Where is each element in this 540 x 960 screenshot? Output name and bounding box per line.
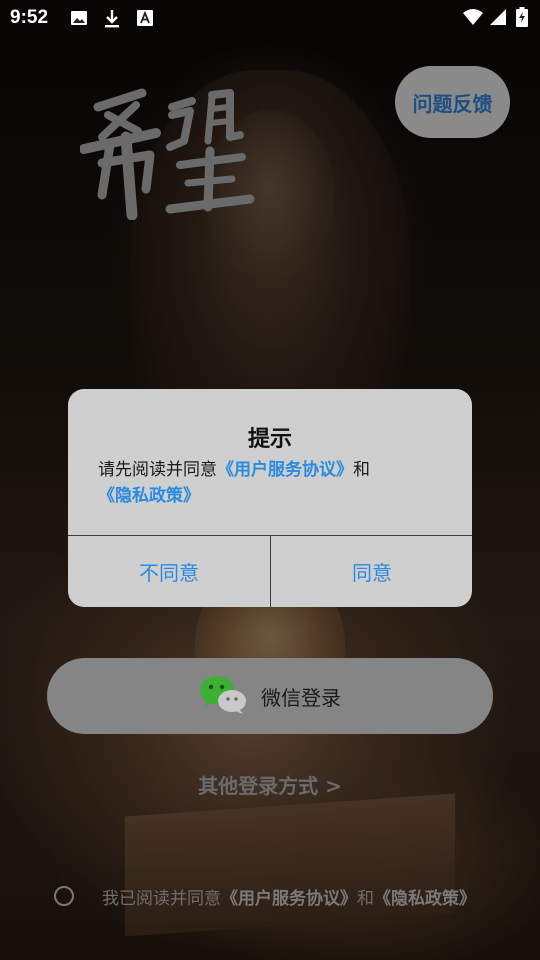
dialog-title: 提示 (247, 427, 292, 452)
agreement-checkbox[interactable] (54, 886, 74, 906)
dialog-message-prefix: 请先阅读并同意 (98, 460, 217, 480)
wechat-login-label: 微信登录 (261, 685, 341, 710)
other-login-link[interactable]: 其他登录方式 > (0, 770, 540, 799)
status-time: 9:52 (10, 7, 49, 28)
dialog-message-and: 和 (353, 460, 370, 480)
image-icon (70, 9, 88, 31)
signal-icon (489, 8, 507, 30)
agreement-text: 我已阅读并同意《用户服务协议》和《隐私政策》 (102, 884, 476, 909)
font-a-icon (136, 9, 154, 31)
consent-dialog: 提示 请先阅读并同意《用户服务协议》和《隐私政策》 不同意 同意 (68, 389, 472, 607)
battery-charging-icon (516, 7, 528, 31)
agree-button[interactable]: 同意 (271, 536, 472, 607)
app-logo (79, 85, 255, 221)
feedback-button[interactable]: 问题反馈 (395, 66, 510, 138)
status-bar: 9:52 (0, 0, 540, 36)
agreement-user-link[interactable]: 《用户服务协议》 (221, 889, 357, 909)
agreement-and: 和 (357, 888, 374, 909)
wechat-icon (199, 673, 247, 719)
dialog-message: 请先阅读并同意《用户服务协议》和《隐私政策》 (98, 457, 448, 509)
wechat-login-button[interactable]: 微信登录 (47, 658, 493, 734)
disagree-button[interactable]: 不同意 (68, 536, 270, 607)
agreement-prefix: 我已阅读并同意 (102, 888, 221, 909)
download-icon (103, 9, 121, 33)
agreement-row: 我已阅读并同意《用户服务协议》和《隐私政策》 (54, 883, 524, 909)
wifi-icon (462, 8, 484, 30)
privacy-policy-link[interactable]: 《隐私政策》 (98, 486, 200, 506)
user-agreement-link[interactable]: 《用户服务协议》 (217, 460, 353, 480)
agreement-privacy-link[interactable]: 《隐私政策》 (374, 889, 476, 909)
